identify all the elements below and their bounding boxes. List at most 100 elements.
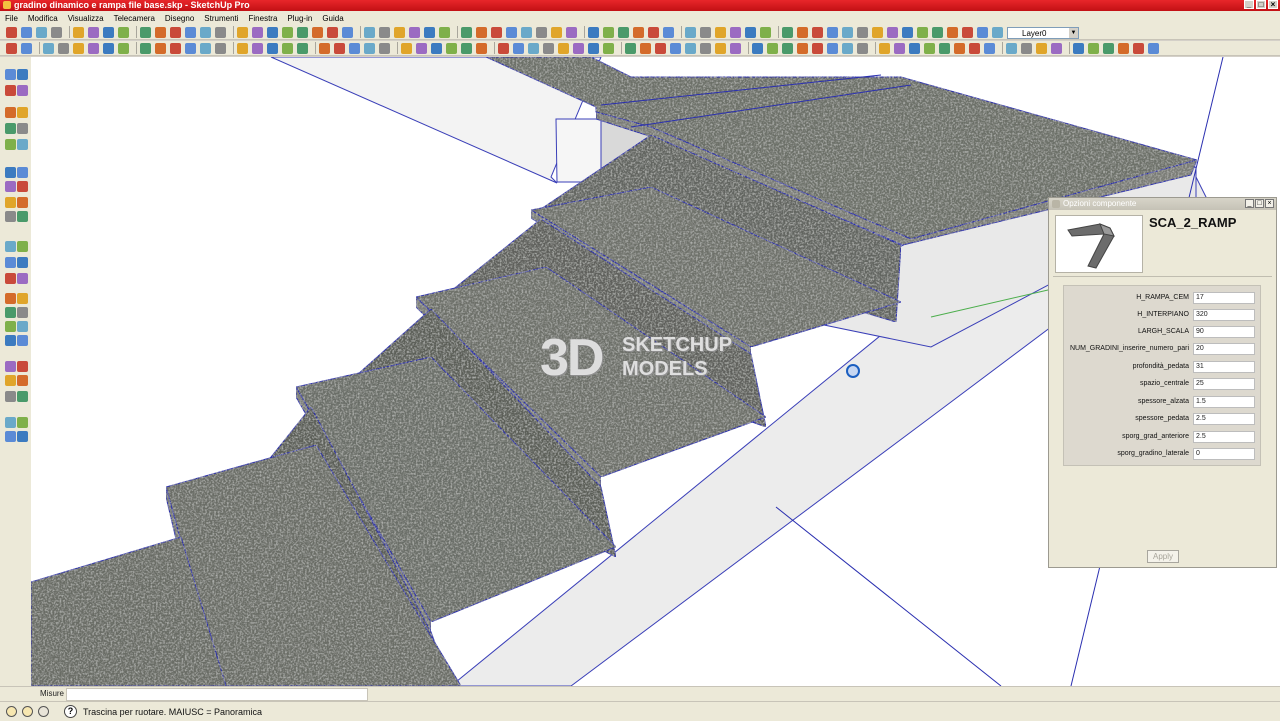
toolbar-tool-icon[interactable] (715, 42, 726, 54)
toolbar-tool-icon[interactable] (409, 26, 420, 38)
toolbar-tool-icon[interactable] (745, 26, 756, 38)
toolbar-tool-icon[interactable] (670, 42, 681, 54)
toolbar-tool-icon[interactable] (118, 26, 129, 38)
toolbar-tool-icon[interactable] (476, 42, 487, 54)
tool-icon[interactable] (5, 107, 16, 118)
toolbar-tool-icon[interactable] (58, 42, 69, 54)
toolbar-tool-icon[interactable] (140, 42, 151, 54)
toolbar-tool-icon[interactable] (782, 26, 793, 38)
toolbar-tool-icon[interactable] (416, 42, 427, 54)
toolbar-tool-icon[interactable] (924, 42, 935, 54)
toolbar-tool-icon[interactable] (767, 42, 778, 54)
toolbar-tool-icon[interactable] (267, 26, 278, 38)
tool-icon[interactable] (17, 257, 28, 268)
toolbar-tool-icon[interactable] (521, 26, 532, 38)
toolbar-tool-icon[interactable] (267, 42, 278, 54)
toolbar-tool-icon[interactable] (461, 26, 472, 38)
tool-icon[interactable] (5, 123, 16, 134)
toolbar-tool-icon[interactable] (640, 42, 651, 54)
toolbar-tool-icon[interactable] (1088, 42, 1099, 54)
toolbar-tool-icon[interactable] (312, 26, 323, 38)
toolbar-tool-icon[interactable] (6, 42, 17, 54)
toolbar-tool-icon[interactable] (857, 42, 868, 54)
toolbar-tool-icon[interactable] (334, 42, 345, 54)
toolbar-tool-icon[interactable] (1051, 42, 1062, 54)
tool-icon[interactable] (17, 307, 28, 318)
tool-icon[interactable] (17, 321, 28, 332)
toolbar-tool-icon[interactable] (6, 26, 17, 38)
toolbar-tool-icon[interactable] (51, 26, 62, 38)
toolbar-tool-icon[interactable] (498, 42, 509, 54)
toolbar-tool-icon[interactable] (573, 42, 584, 54)
tool-icon[interactable] (17, 167, 28, 178)
toolbar-tool-icon[interactable] (954, 42, 965, 54)
toolbar-tool-icon[interactable] (700, 42, 711, 54)
toolbar-tool-icon[interactable] (715, 26, 726, 38)
tool-icon[interactable] (17, 417, 28, 428)
toolbar-tool-icon[interactable] (917, 26, 928, 38)
menu-telecamera[interactable]: Telecamera (109, 14, 160, 23)
option-input[interactable]: 1.5 (1193, 396, 1255, 408)
toolbar-tool-icon[interactable] (431, 42, 442, 54)
toolbar-tool-icon[interactable] (506, 26, 517, 38)
toolbar-tool-icon[interactable] (439, 26, 450, 38)
tool-icon[interactable] (5, 307, 16, 318)
toolbar-tool-icon[interactable] (185, 26, 196, 38)
toolbar-tool-icon[interactable] (782, 42, 793, 54)
tool-icon[interactable] (17, 181, 28, 192)
toolbar-tool-icon[interactable] (932, 26, 943, 38)
option-input[interactable]: 2.5 (1193, 431, 1255, 443)
toolbar-tool-icon[interactable] (185, 42, 196, 54)
toolbar-tool-icon[interactable] (401, 42, 412, 54)
tool-icon[interactable] (17, 139, 28, 150)
toolbar-tool-icon[interactable] (618, 26, 629, 38)
user-icon[interactable] (38, 706, 49, 717)
toolbar-tool-icon[interactable] (760, 26, 771, 38)
tool-icon[interactable] (17, 391, 28, 402)
toolbar-tool-icon[interactable] (379, 42, 390, 54)
tool-icon[interactable] (17, 361, 28, 372)
toolbar-tool-icon[interactable] (588, 26, 599, 38)
toolbar-tool-icon[interactable] (962, 26, 973, 38)
toolbar-tool-icon[interactable] (752, 42, 763, 54)
tool-icon[interactable] (5, 69, 16, 80)
tool-icon[interactable] (5, 257, 16, 268)
toolbar-tool-icon[interactable] (872, 26, 883, 38)
menu-guida[interactable]: Guida (317, 14, 348, 23)
toolbar-tool-icon[interactable] (685, 42, 696, 54)
tool-icon[interactable] (5, 181, 16, 192)
toolbar-tool-icon[interactable] (992, 26, 1003, 38)
toolbar-tool-icon[interactable] (319, 42, 330, 54)
tool-icon[interactable] (17, 375, 28, 386)
toolbar-tool-icon[interactable] (1073, 42, 1084, 54)
close-button[interactable]: × (1268, 0, 1278, 9)
toolbar-tool-icon[interactable] (1021, 42, 1032, 54)
toolbar-tool-icon[interactable] (566, 26, 577, 38)
apply-button[interactable]: Apply (1147, 550, 1179, 563)
toolbar-tool-icon[interactable] (1133, 42, 1144, 54)
tool-icon[interactable] (5, 85, 16, 96)
tool-icon[interactable] (17, 69, 28, 80)
toolbar-tool-icon[interactable] (461, 42, 472, 54)
menu-finestra[interactable]: Finestra (244, 14, 283, 23)
tool-icon[interactable] (5, 431, 16, 442)
toolbar-tool-icon[interactable] (812, 26, 823, 38)
tool-icon[interactable] (5, 211, 16, 222)
tool-icon[interactable] (5, 375, 16, 386)
toolbar-tool-icon[interactable] (797, 26, 808, 38)
measurements-input[interactable] (66, 688, 368, 701)
toolbar-tool-icon[interactable] (36, 26, 47, 38)
panel-maximize-button[interactable]: □ (1255, 199, 1264, 208)
toolbar-tool-icon[interactable] (1036, 42, 1047, 54)
menu-plugin[interactable]: Plug-in (282, 14, 317, 23)
tool-icon[interactable] (5, 335, 16, 346)
tool-icon[interactable] (5, 321, 16, 332)
toolbar-tool-icon[interactable] (88, 26, 99, 38)
geolocation-icon[interactable] (6, 706, 17, 717)
toolbar-tool-icon[interactable] (588, 42, 599, 54)
tool-icon[interactable] (17, 241, 28, 252)
option-input[interactable]: 320 (1193, 309, 1255, 321)
toolbar-tool-icon[interactable] (21, 26, 32, 38)
toolbar-tool-icon[interactable] (1103, 42, 1114, 54)
toolbar-tool-icon[interactable] (969, 42, 980, 54)
